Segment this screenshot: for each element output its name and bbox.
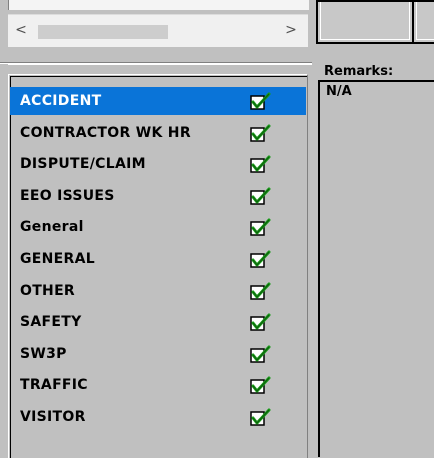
list-item-label: CONTRACTOR WK HR: [20, 124, 191, 141]
horizontal-scrollbar[interactable]: < >: [8, 14, 308, 47]
list-item[interactable]: SW3P: [10, 340, 306, 368]
list-item[interactable]: OTHER: [10, 277, 306, 305]
list-item[interactable]: SAFETY: [10, 308, 306, 336]
list-item-label: SW3P: [20, 345, 67, 362]
remarks-label: Remarks:: [324, 64, 394, 79]
grid-cell[interactable]: [412, 0, 434, 44]
scroll-right-button[interactable]: >: [280, 19, 302, 41]
scroll-left-button[interactable]: <: [10, 19, 32, 41]
checkmark-icon[interactable]: [250, 345, 272, 365]
list-item[interactable]: GENERAL: [10, 245, 306, 273]
checkmark-icon[interactable]: [250, 282, 272, 302]
checkmark-icon[interactable]: [250, 376, 272, 396]
checkmark-icon[interactable]: [250, 218, 272, 238]
pane-divider: [0, 62, 312, 65]
list-item-label: EEO ISSUES: [20, 187, 115, 204]
chevron-left-icon: <: [15, 22, 27, 38]
checkmark-icon[interactable]: [250, 313, 272, 333]
checkmark-icon[interactable]: [250, 155, 272, 175]
list-item[interactable]: EEO ISSUES: [10, 182, 306, 210]
remarks-value: N/A: [326, 84, 352, 99]
list-item[interactable]: TRAFFIC: [10, 371, 306, 399]
grid-cell[interactable]: [316, 0, 414, 44]
scrollbar-thumb[interactable]: [38, 25, 168, 39]
upper-list-area: [8, 0, 309, 10]
chevron-right-icon: >: [285, 22, 297, 38]
checkmark-icon[interactable]: [250, 124, 272, 144]
list-item[interactable]: CONTRACTOR WK HR: [10, 119, 306, 147]
list-item-label: ACCIDENT: [20, 93, 102, 109]
checkmark-icon[interactable]: [250, 92, 272, 112]
left-edge: [0, 64, 8, 457]
checkmark-icon[interactable]: [250, 408, 272, 428]
list-item[interactable]: VISITOR: [10, 403, 306, 431]
list-item-label: SAFETY: [20, 314, 82, 331]
list-item-label: TRAFFIC: [20, 377, 88, 394]
list-item[interactable]: DISPUTE/CLAIM: [10, 150, 306, 178]
checkmark-icon[interactable]: [250, 187, 272, 207]
remarks-field[interactable]: N/A: [318, 80, 434, 457]
list-item-label: VISITOR: [20, 409, 86, 425]
list-item[interactable]: General: [10, 213, 306, 241]
top-right-grid: [316, 0, 434, 60]
checkmark-icon[interactable]: [250, 250, 272, 270]
list-item-label: GENERAL: [20, 251, 95, 267]
list-item-label: OTHER: [20, 282, 76, 299]
list-item-label: DISPUTE/CLAIM: [20, 156, 146, 173]
top-left-pane: < >: [0, 0, 312, 62]
list-item[interactable]: ACCIDENT: [10, 87, 306, 115]
list-item-label: General: [20, 219, 84, 236]
